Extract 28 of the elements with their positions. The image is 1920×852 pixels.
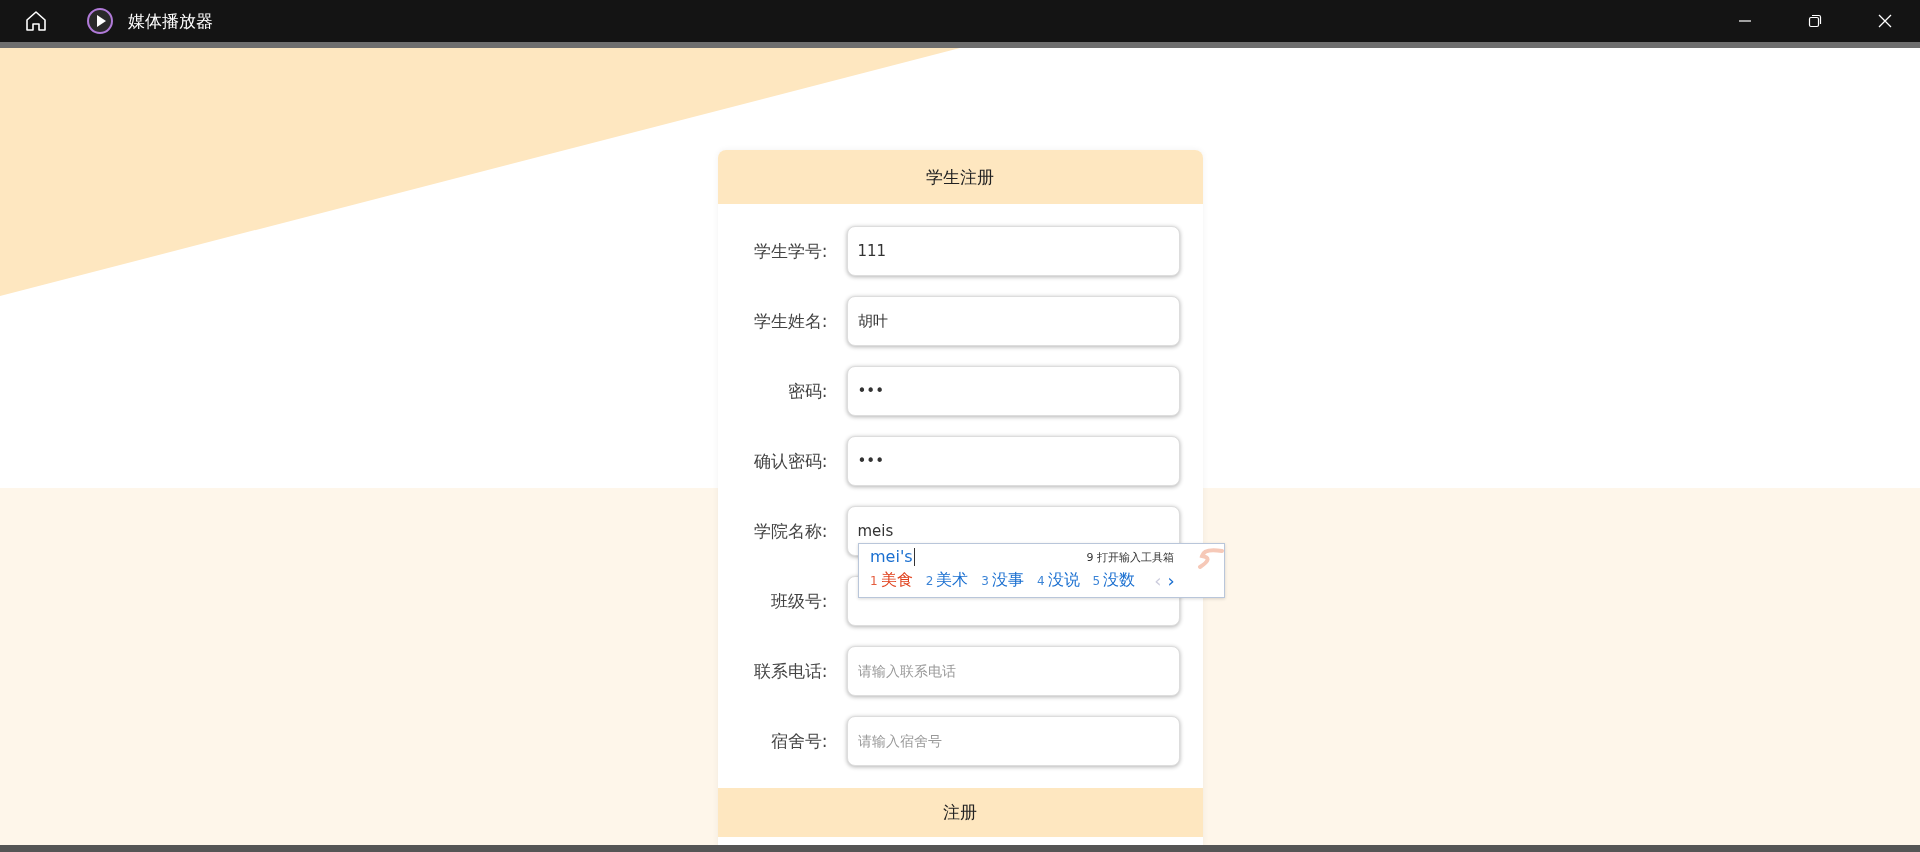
- candidate-item[interactable]: 1 美食: [870, 570, 913, 591]
- window-title: 媒体播放器: [128, 9, 213, 33]
- close-icon: [1878, 14, 1892, 28]
- candidate-item[interactable]: 4 没说: [1036, 570, 1080, 591]
- restore-icon: [1808, 14, 1822, 28]
- form-title: 学生注册: [926, 165, 994, 189]
- candidate-item[interactable]: 5 没数: [1092, 570, 1136, 591]
- field-label: 联系电话:: [752, 659, 828, 683]
- field-label: 学生学号:: [752, 239, 828, 263]
- input-field[interactable]: 胡叶: [846, 296, 1180, 346]
- register-button[interactable]: 注册: [717, 788, 1203, 837]
- input-field[interactable]: •••: [846, 366, 1180, 416]
- field-label: 学院名称:: [752, 519, 828, 543]
- input-field[interactable]: •••: [846, 436, 1180, 486]
- input-field[interactable]: 请输入宿舍号: [846, 716, 1180, 766]
- play-icon: [86, 7, 114, 35]
- input-field[interactable]: 请输入联系电话: [846, 646, 1180, 696]
- field-label: 班级号:: [769, 589, 828, 613]
- field-label: 密码:: [786, 379, 828, 403]
- home-icon[interactable]: [24, 9, 48, 33]
- field-label: 宿舍号:: [769, 729, 828, 753]
- next-page-button[interactable]: ›: [1167, 570, 1175, 591]
- input-field[interactable]: 111: [846, 226, 1180, 276]
- candidate-item[interactable]: 3 没事: [981, 570, 1024, 591]
- field-label: 确认密码:: [752, 449, 828, 473]
- composition-text: mei's: [870, 548, 915, 566]
- field-label: 学生姓名:: [752, 309, 828, 333]
- candidate-item[interactable]: 2 美术: [925, 570, 969, 591]
